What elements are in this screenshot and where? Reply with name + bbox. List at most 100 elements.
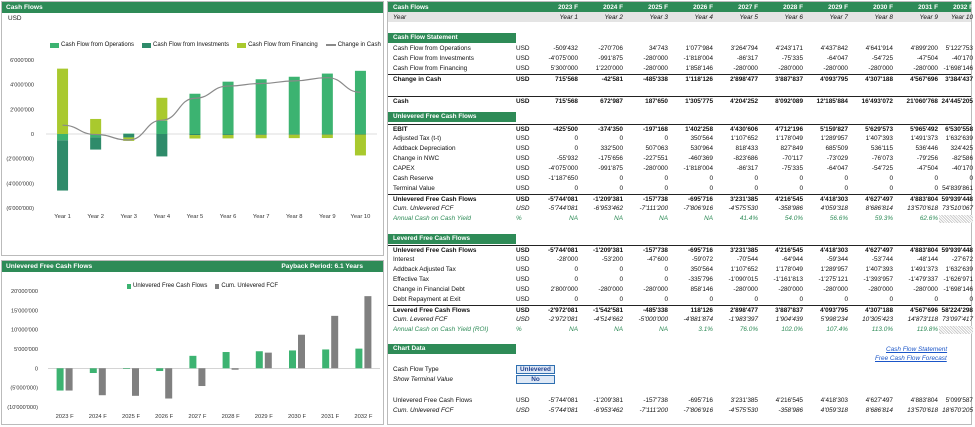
bar-cash-flow-from-financing xyxy=(222,134,234,139)
row-label: Cash Flow from Financing xyxy=(393,65,468,73)
link-free-cash-flow-forecast[interactable]: Free Cash Flow Forecast xyxy=(875,355,947,362)
row-value: -1'818'004 xyxy=(683,165,713,173)
row-value: -280'000 xyxy=(823,65,848,73)
row-value: -27'672 xyxy=(951,256,973,264)
row-value: -1'983'397 xyxy=(728,316,758,324)
row-value: -509'432 xyxy=(553,45,578,53)
row-value: 0 xyxy=(619,276,623,284)
year-index: Year 10 xyxy=(950,13,973,21)
row-value: 3'231'385 xyxy=(730,397,758,405)
row-value: 59'939'448 xyxy=(941,195,973,203)
row-value: 1'107'652 xyxy=(730,135,758,143)
row-value: 4'307'188 xyxy=(865,306,893,314)
row-value: -197'168 xyxy=(643,125,668,133)
row-unit: USD xyxy=(516,296,530,304)
row-value: -1'698'146 xyxy=(943,65,973,73)
row-value: 0 xyxy=(709,185,713,193)
row-value: 332'500 xyxy=(600,145,623,153)
row-value: 8'686'814 xyxy=(865,407,893,415)
x-tick-label: 2030 F xyxy=(288,414,307,420)
link-cash-flow-statement[interactable]: Cash Flow Statement xyxy=(886,346,947,353)
bar-cash-flow-from-operations xyxy=(288,76,300,134)
x-tick-label: Year 3 xyxy=(120,214,137,220)
row-value: -7'806'916 xyxy=(683,407,713,415)
row-value: 3'384'437 xyxy=(945,75,973,83)
bar-ufcf xyxy=(156,368,164,372)
year-header: 2025 F xyxy=(648,3,668,11)
row-value: -5'744'081 xyxy=(548,407,578,415)
row-label: Annual Cash on Cash Yield xyxy=(393,215,471,223)
row-value: 1'289'957 xyxy=(820,135,848,143)
y-tick-label: 15'000'000 xyxy=(11,308,38,314)
row-value: 4'418'303 xyxy=(820,397,848,405)
row-value: 12'185'884 xyxy=(816,97,848,105)
ufcf-chart-panel: Unlevered Free Cash Flows Payback Period… xyxy=(1,260,384,425)
row-value: 1'118'126 xyxy=(685,75,713,83)
row-value: 4'641'914 xyxy=(865,45,893,53)
row-value: -7'111'200 xyxy=(639,407,669,415)
row-value: 76.0% xyxy=(739,326,758,334)
ufcf-row: Change in NWC USD -55'932 -175'656 -227'551 -… xyxy=(388,154,973,164)
row-value: -75'335 xyxy=(781,55,803,63)
row-value: 4'216'545 xyxy=(775,246,803,254)
row-value: -1'209'381 xyxy=(592,246,623,254)
year-header: 2024 F xyxy=(603,3,623,11)
row-value: 4'627'497 xyxy=(865,195,893,203)
bar-cum-ufcf xyxy=(298,334,305,369)
row-value: 0 xyxy=(574,276,578,284)
row-value: 0 xyxy=(889,175,893,183)
row-value: 73'510'067 xyxy=(942,205,973,213)
row-label: Unlevered Free Cash Flows xyxy=(393,195,477,203)
x-tick-label: 2025 F xyxy=(122,414,141,420)
section-cash-flow-statement: Cash Flow Statement xyxy=(388,33,516,43)
y-tick-label: 0 xyxy=(35,366,38,372)
row-unit: % xyxy=(516,215,522,223)
row-value: 0 xyxy=(664,276,668,284)
cash-flow-type-dropdown[interactable]: Unlevered xyxy=(516,365,555,374)
x-tick-label: Year 1 xyxy=(54,214,71,220)
lfcf-row: Cum. Levered FCF USD -2'972'081 -4'514'662 -… xyxy=(388,315,973,325)
row-value: 0 xyxy=(934,175,938,183)
x-tick-label: 2024 F xyxy=(89,414,108,420)
row-value: 827'849 xyxy=(780,145,803,153)
row-value: -695'716 xyxy=(688,397,713,405)
row-value: 5'300'000 xyxy=(550,65,578,73)
row-value: 0 xyxy=(934,296,938,304)
row-unit: USD xyxy=(516,155,530,163)
y-tick-label: 6'000'000 xyxy=(10,58,34,64)
section-levered-fcf: Levered Free Cash Flows xyxy=(388,234,516,244)
y-tick-label: 20'000'000 xyxy=(11,289,38,295)
row-value: 4'883'804 xyxy=(910,195,938,203)
row-value: 34'743 xyxy=(649,45,668,53)
row-value: -5'744'081 xyxy=(548,205,578,213)
row-value: -73'029 xyxy=(826,155,848,163)
row-value: -1'275'121 xyxy=(818,276,848,284)
row-value: 62.6% xyxy=(919,215,938,223)
row-value: 0 xyxy=(844,175,848,183)
row-value: 507'063 xyxy=(645,145,668,153)
row-value: 1'305'775 xyxy=(685,97,713,105)
chart1-subtitle: USD xyxy=(8,15,22,22)
year-index: Year 3 xyxy=(649,13,668,21)
row-value: -485'338 xyxy=(643,75,668,83)
bar-cum-ufcf xyxy=(98,368,106,396)
y-tick-label: (6'000'000) xyxy=(6,206,34,212)
row-unit: USD xyxy=(516,266,530,274)
y-tick-label: (2'000'000) xyxy=(6,157,34,163)
legend-item-investments: Cash Flow from Investments xyxy=(142,42,229,48)
terminal-value-row: Show Terminal Value xyxy=(388,375,971,385)
row-value: 4'627'497 xyxy=(865,246,893,254)
row-value: 4'883'804 xyxy=(910,246,938,254)
x-tick-label: Year 6 xyxy=(220,214,237,220)
row-value: -53'200 xyxy=(601,256,623,264)
chart-data-row: Unlevered Free Cash Flows USD -5'744'081 -1… xyxy=(388,396,973,406)
row-value: -280'000 xyxy=(823,286,848,294)
x-tick-label: Year 10 xyxy=(351,214,371,220)
row-value: 0 xyxy=(664,266,668,274)
bar-cum-ufcf xyxy=(364,296,372,369)
row-unit: USD xyxy=(516,276,530,284)
terminal-value-dropdown[interactable]: No xyxy=(516,375,555,384)
row-value: 0 xyxy=(799,296,803,304)
section-chart-data: Chart Data xyxy=(388,344,516,354)
row-value: 1'407'393 xyxy=(865,135,893,143)
